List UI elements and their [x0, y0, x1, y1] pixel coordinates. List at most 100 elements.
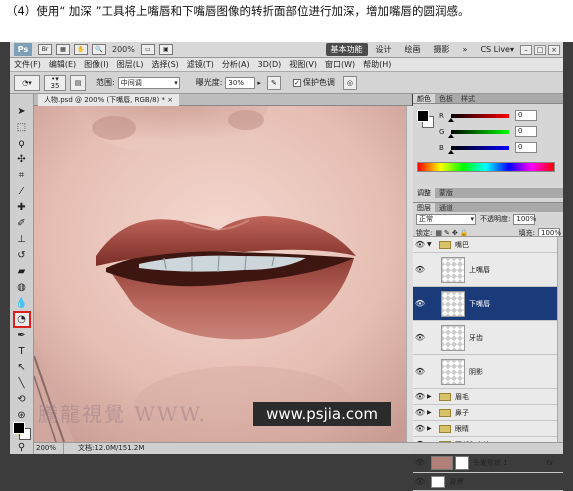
airbrush-icon[interactable]: ✎ [266, 75, 281, 90]
eye-icon[interactable]: 👁 [413, 477, 427, 486]
menu-edit[interactable]: 编辑(E) [45, 59, 80, 70]
color-fg-chip[interactable] [417, 110, 429, 122]
expand-right-icon[interactable]: ▶ [427, 393, 435, 400]
mini-bridge-icon[interactable]: ▦ [56, 44, 70, 55]
layer-row[interactable]: 👁 上嘴唇 [413, 253, 563, 287]
channel-r-slider[interactable] [448, 113, 509, 122]
history-brush-tool-icon[interactable]: ↺ [15, 249, 29, 262]
expand-right-icon[interactable]: ▶ [427, 409, 435, 416]
close-icon[interactable]: × [548, 44, 560, 55]
slider-knob-icon[interactable] [448, 117, 454, 122]
3d-rotate-tool-icon[interactable]: ⟲ [15, 393, 29, 406]
eye-icon[interactable]: 👁 [413, 392, 427, 401]
layer-row[interactable]: 👁 牙齿 [413, 321, 563, 355]
burn-tool-icon[interactable]: ◔ [12, 311, 31, 328]
zoom-level[interactable]: 200% [112, 45, 135, 54]
path-select-tool-icon[interactable]: ↖ [15, 361, 29, 374]
pen-tool-icon[interactable]: ✒ [15, 329, 29, 342]
eye-icon[interactable]: 👁 [413, 333, 427, 342]
eye-icon[interactable]: 👁 [413, 299, 427, 308]
layer-row-shape[interactable]: 👁 头发形状 1 fx [413, 453, 563, 473]
move-tool-icon[interactable]: ➤ [15, 105, 29, 118]
workspace-essentials[interactable]: 基本功能 [325, 43, 368, 56]
3d-orbit-tool-icon[interactable]: ⊛ [15, 409, 29, 422]
channel-b-slider[interactable] [448, 145, 509, 154]
menu-3d[interactable]: 3D(D) [254, 60, 286, 69]
tab-masks[interactable]: 蒙版 [435, 188, 457, 198]
tab-channels[interactable]: 通道 [435, 203, 457, 212]
eye-icon[interactable]: 👁 [413, 240, 427, 249]
channel-b-input[interactable]: 0 [515, 142, 537, 153]
screen-mode-icon[interactable]: ▣ [158, 44, 173, 55]
quick-select-tool-icon[interactable]: ✣ [15, 153, 29, 166]
menu-file[interactable]: 文件(F) [10, 59, 45, 70]
marquee-tool-icon[interactable]: ⬚ [15, 121, 29, 134]
tab-swatches[interactable]: 色板 [435, 94, 457, 103]
menu-help[interactable]: 帮助(H) [359, 59, 395, 70]
hand-tool-icon[interactable]: ✋ [74, 44, 88, 55]
protect-tones-checkbox[interactable]: ✓ [292, 78, 301, 87]
channel-g-slider[interactable] [448, 129, 509, 138]
shape-tool-icon[interactable]: ╲ [15, 377, 29, 390]
minimize-icon[interactable]: – [520, 44, 532, 55]
pressure-icon[interactable]: ◎ [342, 75, 357, 90]
clone-stamp-tool-icon[interactable]: ⊥ [15, 233, 29, 246]
layer-row-group[interactable]: 👁 ▼ 嘴巴 [413, 237, 563, 253]
canvas[interactable] [34, 106, 406, 442]
tab-styles[interactable]: 样式 [457, 94, 479, 103]
healing-brush-tool-icon[interactable]: ✚ [15, 201, 29, 214]
layer-row-selected[interactable]: 👁 下嘴唇 [413, 287, 563, 321]
eye-icon[interactable]: 👁 [413, 408, 427, 417]
canvas-vertical-scrollbar[interactable] [406, 106, 413, 442]
layer-row-group[interactable]: 👁 ▶ 鼻子 [413, 405, 563, 421]
eraser-tool-icon[interactable]: ▰ [15, 265, 29, 278]
tab-adjustments[interactable]: 调整 [413, 188, 435, 198]
range-select[interactable]: 中间调 [117, 76, 180, 89]
menu-view[interactable]: 视图(V) [285, 59, 321, 70]
expand-right-icon[interactable]: ▶ [427, 425, 435, 432]
arrange-docs-icon[interactable]: ▭ [140, 44, 155, 55]
zoom-icon[interactable]: ⚲ [15, 441, 29, 454]
brush-panel-icon[interactable]: ▤ [70, 74, 86, 91]
eye-icon[interactable]: 👁 [413, 458, 427, 467]
crop-tool-icon[interactable]: ⌗ [15, 169, 29, 182]
menu-image[interactable]: 图像(I) [80, 59, 113, 70]
expand-down-icon[interactable]: ▼ [427, 241, 435, 248]
status-zoom[interactable]: 200% [34, 443, 64, 454]
foreground-color-swatch[interactable] [13, 422, 25, 434]
layer-row-group[interactable]: 👁 ▶ 眼睛 [413, 421, 563, 437]
restore-icon[interactable]: □ [534, 44, 546, 55]
brush-picker[interactable]: •▾ 35 [44, 74, 66, 91]
slider-knob-icon[interactable] [448, 133, 454, 138]
lasso-tool-icon[interactable]: ϙ [15, 137, 29, 150]
bridge-icon[interactable]: Br [38, 44, 52, 55]
workspace-design[interactable]: 设计 [371, 43, 397, 56]
blend-mode-select[interactable]: 正常 [416, 213, 476, 225]
workspace-photography[interactable]: 摄影 [429, 43, 455, 56]
workspace-more[interactable]: » [458, 43, 473, 56]
tab-layers[interactable]: 图层 [413, 203, 435, 212]
channel-r-input[interactable]: 0 [515, 110, 537, 121]
zoom-tool-icon[interactable]: 🔍 [92, 44, 106, 55]
color-spectrum[interactable] [417, 162, 555, 172]
exposure-dropdown-icon[interactable]: ▸ [257, 79, 261, 87]
eye-icon[interactable]: 👁 [413, 367, 427, 376]
eye-icon[interactable]: 👁 [413, 424, 427, 433]
document-tab[interactable]: 人物.psd @ 200% (下嘴唇, RGB/8) * × [38, 94, 180, 106]
menu-select[interactable]: 选择(S) [147, 59, 182, 70]
layer-row-background[interactable]: 👁 背景 [413, 473, 563, 491]
exposure-input[interactable]: 30% [225, 76, 256, 89]
eye-icon[interactable]: 👁 [413, 265, 427, 274]
menu-layer[interactable]: 图层(L) [113, 59, 148, 70]
layer-row-group[interactable]: 👁 ▶ 眉毛 [413, 389, 563, 405]
eyedropper-tool-icon[interactable]: ⁄ [15, 185, 29, 198]
slider-knob-icon[interactable] [448, 149, 454, 154]
tab-close-icon[interactable]: × [167, 96, 173, 104]
blur-tool-icon[interactable]: 💧 [15, 297, 29, 310]
brush-tool-icon[interactable]: ✐ [15, 217, 29, 230]
layers-scrollbar[interactable] [557, 237, 563, 443]
tab-color[interactable]: 颜色 [413, 94, 435, 103]
menu-analysis[interactable]: 分析(A) [218, 59, 254, 70]
workspace-painting[interactable]: 绘画 [400, 43, 426, 56]
opacity-input[interactable]: 100% [513, 213, 536, 225]
